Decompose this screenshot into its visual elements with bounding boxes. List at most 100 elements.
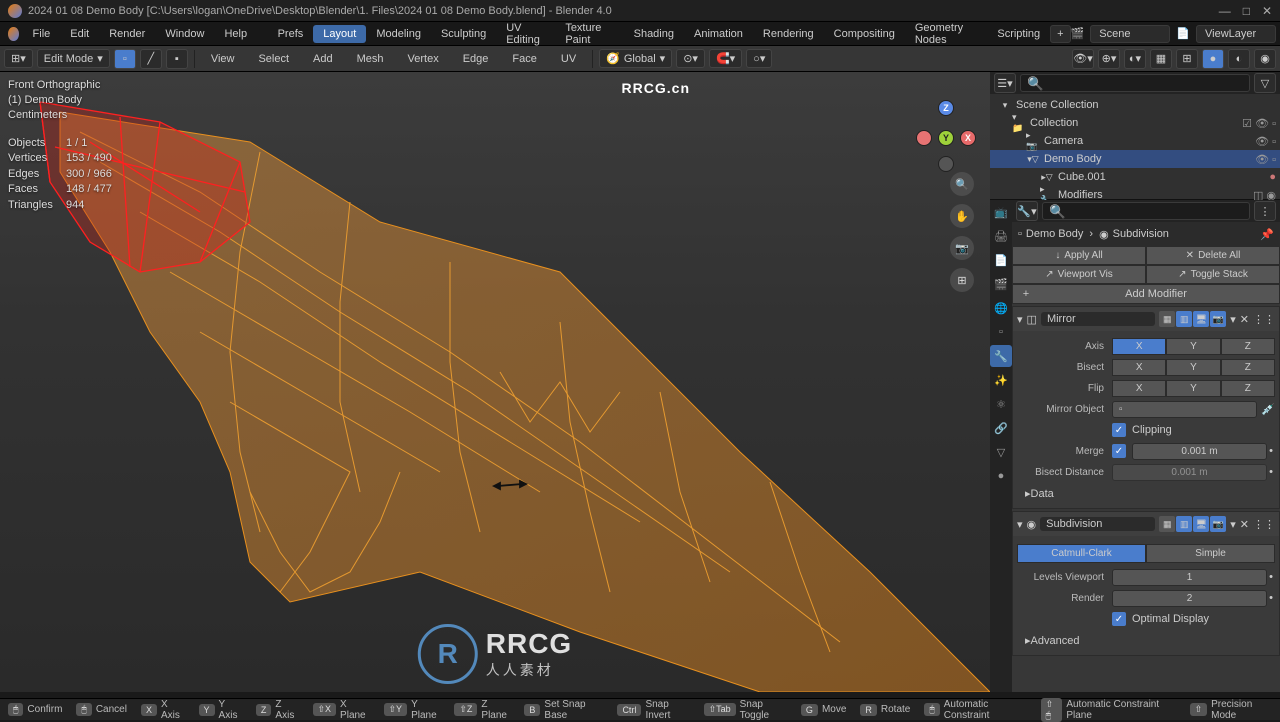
- workspace-animation[interactable]: Animation: [684, 25, 753, 43]
- shading-rendered-button[interactable]: ◉: [1254, 49, 1276, 69]
- merge-checkbox[interactable]: ✓: [1112, 444, 1126, 458]
- flip-y-button[interactable]: Y: [1166, 380, 1220, 397]
- overlay-toggle-button[interactable]: ◐▾: [1124, 49, 1146, 69]
- workspace-uv[interactable]: UV Editing: [496, 19, 555, 49]
- orientation-dropdown[interactable]: 🧭 Global ▾: [599, 49, 672, 68]
- viewlayer-selector[interactable]: ViewLayer: [1196, 25, 1276, 43]
- simple-tab[interactable]: Simple: [1146, 544, 1275, 563]
- props-search[interactable]: [1042, 202, 1250, 220]
- gizmo-y-axis[interactable]: Y: [938, 130, 954, 146]
- nav-gizmo[interactable]: Z Y X: [916, 100, 976, 160]
- app-icon[interactable]: [8, 27, 19, 41]
- menu-file[interactable]: File: [23, 25, 61, 43]
- menu-edit[interactable]: Edit: [60, 25, 99, 43]
- tab-output[interactable]: 🖨: [990, 225, 1012, 247]
- toggle-stack-button[interactable]: ↗ Toggle Stack: [1146, 265, 1280, 284]
- workspace-scripting[interactable]: Scripting: [987, 25, 1050, 43]
- subdiv-on-cage-button[interactable]: ▦: [1159, 516, 1175, 532]
- face-menu[interactable]: Face: [502, 50, 546, 68]
- advanced-section-toggle[interactable]: ▸ Advanced: [1017, 630, 1275, 651]
- tab-mesh[interactable]: ▽: [990, 441, 1012, 463]
- tab-object[interactable]: ▫: [990, 321, 1012, 343]
- props-type-dropdown[interactable]: 🔧▾: [1016, 201, 1038, 221]
- workspace-rendering[interactable]: Rendering: [753, 25, 824, 43]
- tab-viewlayer[interactable]: 📄: [990, 249, 1012, 271]
- collapse-icon[interactable]: ▾: [1017, 313, 1023, 326]
- catmull-clark-tab[interactable]: Catmull-Clark: [1017, 544, 1146, 563]
- tree-camera[interactable]: ▸📷Camera👁 ▫: [990, 132, 1280, 150]
- collapse-icon[interactable]: ▾: [1017, 518, 1023, 531]
- outliner-filter-button[interactable]: ▽: [1254, 73, 1276, 93]
- tab-scene[interactable]: 🎬: [990, 273, 1012, 295]
- view-menu[interactable]: View: [201, 50, 245, 68]
- pan-icon[interactable]: ✋: [950, 204, 974, 228]
- subdiv-name-field[interactable]: Subdivision: [1040, 517, 1155, 531]
- close-button[interactable]: ✕: [1262, 4, 1272, 18]
- mirror-close-button[interactable]: ✕: [1240, 313, 1249, 326]
- perspective-icon[interactable]: ⊞: [950, 268, 974, 292]
- mirror-realtime-button[interactable]: 🖥: [1193, 311, 1209, 327]
- subdiv-extras-button[interactable]: ▾: [1230, 518, 1236, 531]
- outliner-type-dropdown[interactable]: ☰▾: [994, 73, 1016, 93]
- vertex-menu[interactable]: Vertex: [398, 50, 449, 68]
- workspace-sculpting[interactable]: Sculpting: [431, 25, 496, 43]
- viewport-3d[interactable]: Front Orthographic (1) Demo Body Centime…: [0, 72, 990, 692]
- camera-icon[interactable]: 📷: [950, 236, 974, 260]
- data-section-toggle[interactable]: ▸ Data: [1017, 483, 1275, 504]
- mirror-edit-button[interactable]: ▥: [1176, 311, 1192, 327]
- props-options-button[interactable]: ⋮: [1254, 201, 1276, 221]
- bisect-x-button[interactable]: X: [1112, 359, 1166, 376]
- mirror-render-button[interactable]: 📷: [1210, 311, 1226, 327]
- tab-material[interactable]: ●: [990, 465, 1012, 487]
- shading-wireframe-button[interactable]: ⊞: [1176, 49, 1198, 69]
- bisect-y-button[interactable]: Y: [1166, 359, 1220, 376]
- gizmo-x-neg[interactable]: [916, 130, 932, 146]
- mirror-extras-button[interactable]: ▾: [1230, 313, 1236, 326]
- merge-value-field[interactable]: 0.001 m: [1132, 443, 1267, 460]
- optimal-display-checkbox[interactable]: ✓: [1112, 612, 1126, 626]
- bisect-z-button[interactable]: Z: [1221, 359, 1275, 376]
- workspace-prefs[interactable]: Prefs: [268, 25, 314, 43]
- viewport-vis-button[interactable]: ↗ Viewport Vis: [1012, 265, 1146, 284]
- uv-menu[interactable]: UV: [551, 50, 586, 68]
- axis-x-button[interactable]: X: [1112, 338, 1166, 355]
- mirror-object-field[interactable]: ▫: [1112, 401, 1257, 418]
- tab-physics[interactable]: ⚛: [990, 393, 1012, 415]
- snap-dropdown[interactable]: 🧲▾: [709, 49, 742, 68]
- subdiv-render-button[interactable]: 📷: [1210, 516, 1226, 532]
- tree-cube[interactable]: ▸▽Cube.001●: [990, 168, 1280, 186]
- proportional-dropdown[interactable]: ○▾: [746, 49, 772, 68]
- gizmo-z-neg[interactable]: [938, 156, 954, 172]
- workspace-texturepaint[interactable]: Texture Paint: [555, 19, 623, 49]
- subdiv-close-button[interactable]: ✕: [1240, 518, 1249, 531]
- subdiv-edit-button[interactable]: ▥: [1176, 516, 1192, 532]
- outliner-search[interactable]: [1020, 74, 1250, 92]
- add-menu[interactable]: Add: [303, 50, 343, 68]
- gizmo-x-pos[interactable]: X: [960, 130, 976, 146]
- edge-menu[interactable]: Edge: [453, 50, 499, 68]
- menu-window[interactable]: Window: [155, 25, 214, 43]
- flip-x-button[interactable]: X: [1112, 380, 1166, 397]
- workspace-layout[interactable]: Layout: [313, 25, 366, 43]
- subdiv-realtime-button[interactable]: 🖥: [1193, 516, 1209, 532]
- select-menu[interactable]: Select: [248, 50, 299, 68]
- tree-demo-body[interactable]: ▾▽Demo Body👁 ▫: [990, 150, 1280, 168]
- clipping-checkbox[interactable]: ✓: [1112, 423, 1126, 437]
- subdiv-drag-icon[interactable]: ⋮⋮: [1253, 518, 1275, 531]
- add-modifier-button[interactable]: +Add Modifier: [1012, 284, 1280, 304]
- workspace-compositing[interactable]: Compositing: [824, 25, 905, 43]
- mesh-visibility-button[interactable]: 👁▾: [1072, 49, 1094, 69]
- pin-icon[interactable]: 📌: [1260, 228, 1274, 241]
- workspace-modeling[interactable]: Modeling: [366, 25, 431, 43]
- eyedropper-icon[interactable]: 💉: [1261, 403, 1275, 416]
- tab-world[interactable]: 🌐: [990, 297, 1012, 319]
- menu-help[interactable]: Help: [214, 25, 257, 43]
- mirror-name-field[interactable]: Mirror: [1041, 312, 1155, 326]
- mirror-drag-icon[interactable]: ⋮⋮: [1253, 313, 1275, 326]
- xray-button[interactable]: ▦: [1150, 49, 1172, 69]
- zoom-icon[interactable]: 🔍: [950, 172, 974, 196]
- tab-constraints[interactable]: 🔗: [990, 417, 1012, 439]
- flip-z-button[interactable]: Z: [1221, 380, 1275, 397]
- maximize-button[interactable]: □: [1243, 4, 1250, 18]
- mirror-on-cage-button[interactable]: ▦: [1159, 311, 1175, 327]
